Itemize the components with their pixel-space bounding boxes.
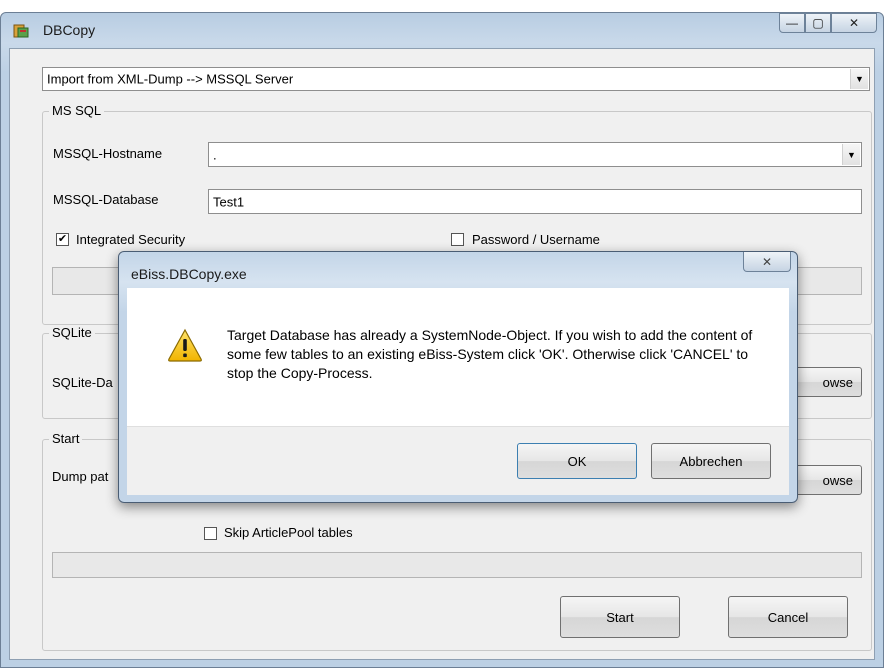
message-dialog: eBiss.DBCopy.exe ✕ Target Database has a… [118,251,798,503]
sqlite-browse-label: owse [822,374,853,390]
skip-articlepool-checkbox[interactable] [204,527,217,540]
mssql-group-label: MS SQL [49,103,105,118]
chevron-down-icon[interactable]: ▼ [850,69,868,89]
database-input[interactable]: Test1 [208,189,862,214]
dialog-title: eBiss.DBCopy.exe [131,266,247,282]
dialog-close-button[interactable]: ✕ [743,252,791,272]
ok-button[interactable]: OK [517,443,637,479]
sqlite-group-label: SQLite [49,325,95,340]
password-username-checkbox[interactable] [451,233,464,246]
skip-articlepool-label: Skip ArticlePool tables [224,525,353,540]
dialog-body: Target Database has already a SystemNode… [127,288,789,426]
app-icon [13,24,29,38]
cancel-button[interactable]: Cancel [728,596,848,638]
abbrechen-button[interactable]: Abbrechen [651,443,771,479]
minimize-icon: — [786,16,798,30]
close-icon: ✕ [848,16,860,30]
dump-path-label: Dump pat [52,469,109,484]
ok-button-label: OK [567,453,587,469]
database-label: MSSQL-Database [53,192,159,207]
integrated-security-label: Integrated Security [76,232,186,247]
maximize-icon: ▢ [812,16,824,30]
start-progress-bar [52,552,862,578]
abbrechen-button-label: Abbrechen [679,453,743,469]
maximize-button[interactable]: ▢ [805,13,831,33]
dialog-footer: OK Abbrechen [127,426,789,495]
start-group-label: Start [49,431,83,446]
cancel-button-label: Cancel [767,609,809,625]
integrated-security-checkbox[interactable]: ✔ [56,233,69,246]
hostname-value: . [213,147,217,162]
title-bar[interactable]: DBCopy — ▢ ✕ [1,13,883,47]
database-value: Test1 [213,194,245,209]
hostname-label: MSSQL-Hostname [53,146,163,161]
close-button[interactable]: ✕ [831,13,877,33]
warning-icon [168,328,202,362]
start-button[interactable]: Start [560,596,680,638]
dump-browse-label: owse [822,472,853,488]
close-icon: ✕ [761,254,773,269]
password-username-label: Password / Username [472,232,600,247]
dialog-message: Target Database has already a SystemNode… [227,327,753,381]
chevron-down-icon[interactable]: ▼ [842,144,860,165]
minimize-button[interactable]: — [779,13,805,33]
mode-select[interactable]: Import from XML-Dump --> MSSQL Server ▼ [42,67,870,91]
window-title: DBCopy [43,22,96,38]
mode-select-value: Import from XML-Dump --> MSSQL Server [47,71,294,87]
sqlite-db-label: SQLite-Da [52,375,113,390]
hostname-select[interactable]: . ▼ [208,142,862,167]
start-button-label: Start [606,609,634,625]
